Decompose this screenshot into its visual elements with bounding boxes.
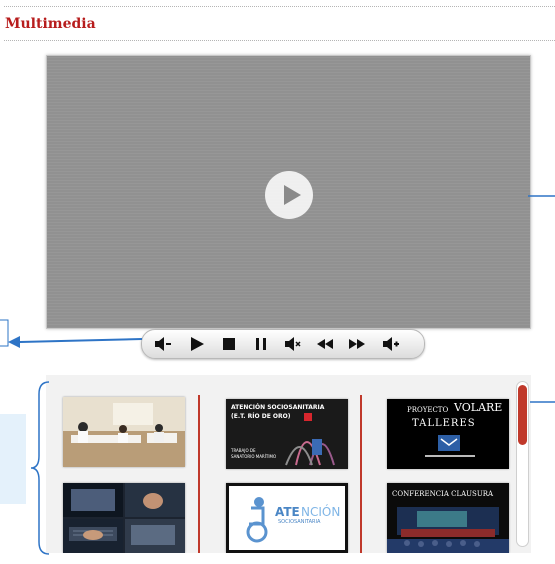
- stop-icon: [223, 338, 235, 350]
- thumbnail-computer-work[interactable]: [63, 483, 185, 553]
- gallery-scrollbar[interactable]: [516, 381, 529, 547]
- volume-down-icon: [155, 337, 171, 351]
- column-divider: [360, 395, 362, 553]
- thumbnail-atencion-sociosanitaria-rio-de-oro[interactable]: ATENCIÓN SOCIOSANITARIA (E.T. RÍO DE ORO…: [226, 399, 348, 469]
- arrow-left-icon: [8, 336, 143, 348]
- volume-up-icon: [383, 337, 399, 351]
- wheelchair-logo: [246, 497, 268, 543]
- play-button[interactable]: [188, 335, 206, 353]
- thumbnail-proyecto-volare[interactable]: PROYECTO VOLARE TALLERES: [387, 399, 509, 469]
- annotation-panel-fragment: [0, 414, 26, 504]
- callout-line: [530, 401, 555, 403]
- play-icon: [191, 337, 204, 351]
- volume-up-button[interactable]: [382, 335, 400, 353]
- conference-photo: [387, 507, 509, 553]
- section-title: Multimedia: [5, 16, 96, 32]
- rewind-icon: [317, 339, 333, 349]
- divider: [4, 40, 555, 41]
- volume-down-button[interactable]: [154, 335, 172, 353]
- column-divider: [198, 395, 200, 553]
- fast-forward-button[interactable]: [348, 335, 366, 353]
- video-gallery[interactable]: ATENCIÓN SOCIOSANITARIA (E.T. RÍO DE ORO…: [46, 375, 531, 553]
- section-header: Multimedia: [0, 0, 555, 44]
- fast-forward-icon: [349, 339, 365, 349]
- pause-icon: [256, 338, 266, 350]
- rewind-button[interactable]: [316, 335, 334, 353]
- computer-photo: [63, 483, 185, 553]
- thumbnail-atencion-sociosanitaria[interactable]: ATE NCIÓN SOCIOSANITARIA: [226, 483, 348, 553]
- play-circle-icon: [284, 185, 301, 205]
- divider: [4, 6, 555, 7]
- mute-icon: [285, 337, 301, 351]
- sculpture-art: [285, 413, 335, 466]
- bracket-annotation: [30, 381, 50, 555]
- pause-button[interactable]: [252, 335, 270, 353]
- stop-button[interactable]: [220, 335, 238, 353]
- classroom-photo: [63, 397, 185, 467]
- video-player[interactable]: [46, 55, 531, 329]
- play-overlay-button[interactable]: [265, 171, 313, 219]
- callout-line: [528, 195, 555, 197]
- mute-button[interactable]: [284, 335, 302, 353]
- thumbnail-conferencia-clausura[interactable]: CONFERENCIA CLAUSURA: [387, 483, 509, 553]
- thumbnail-classroom[interactable]: [63, 397, 185, 467]
- scrollbar-thumb[interactable]: [518, 385, 527, 445]
- player-controls: [141, 329, 425, 359]
- volare-logo: [425, 435, 475, 457]
